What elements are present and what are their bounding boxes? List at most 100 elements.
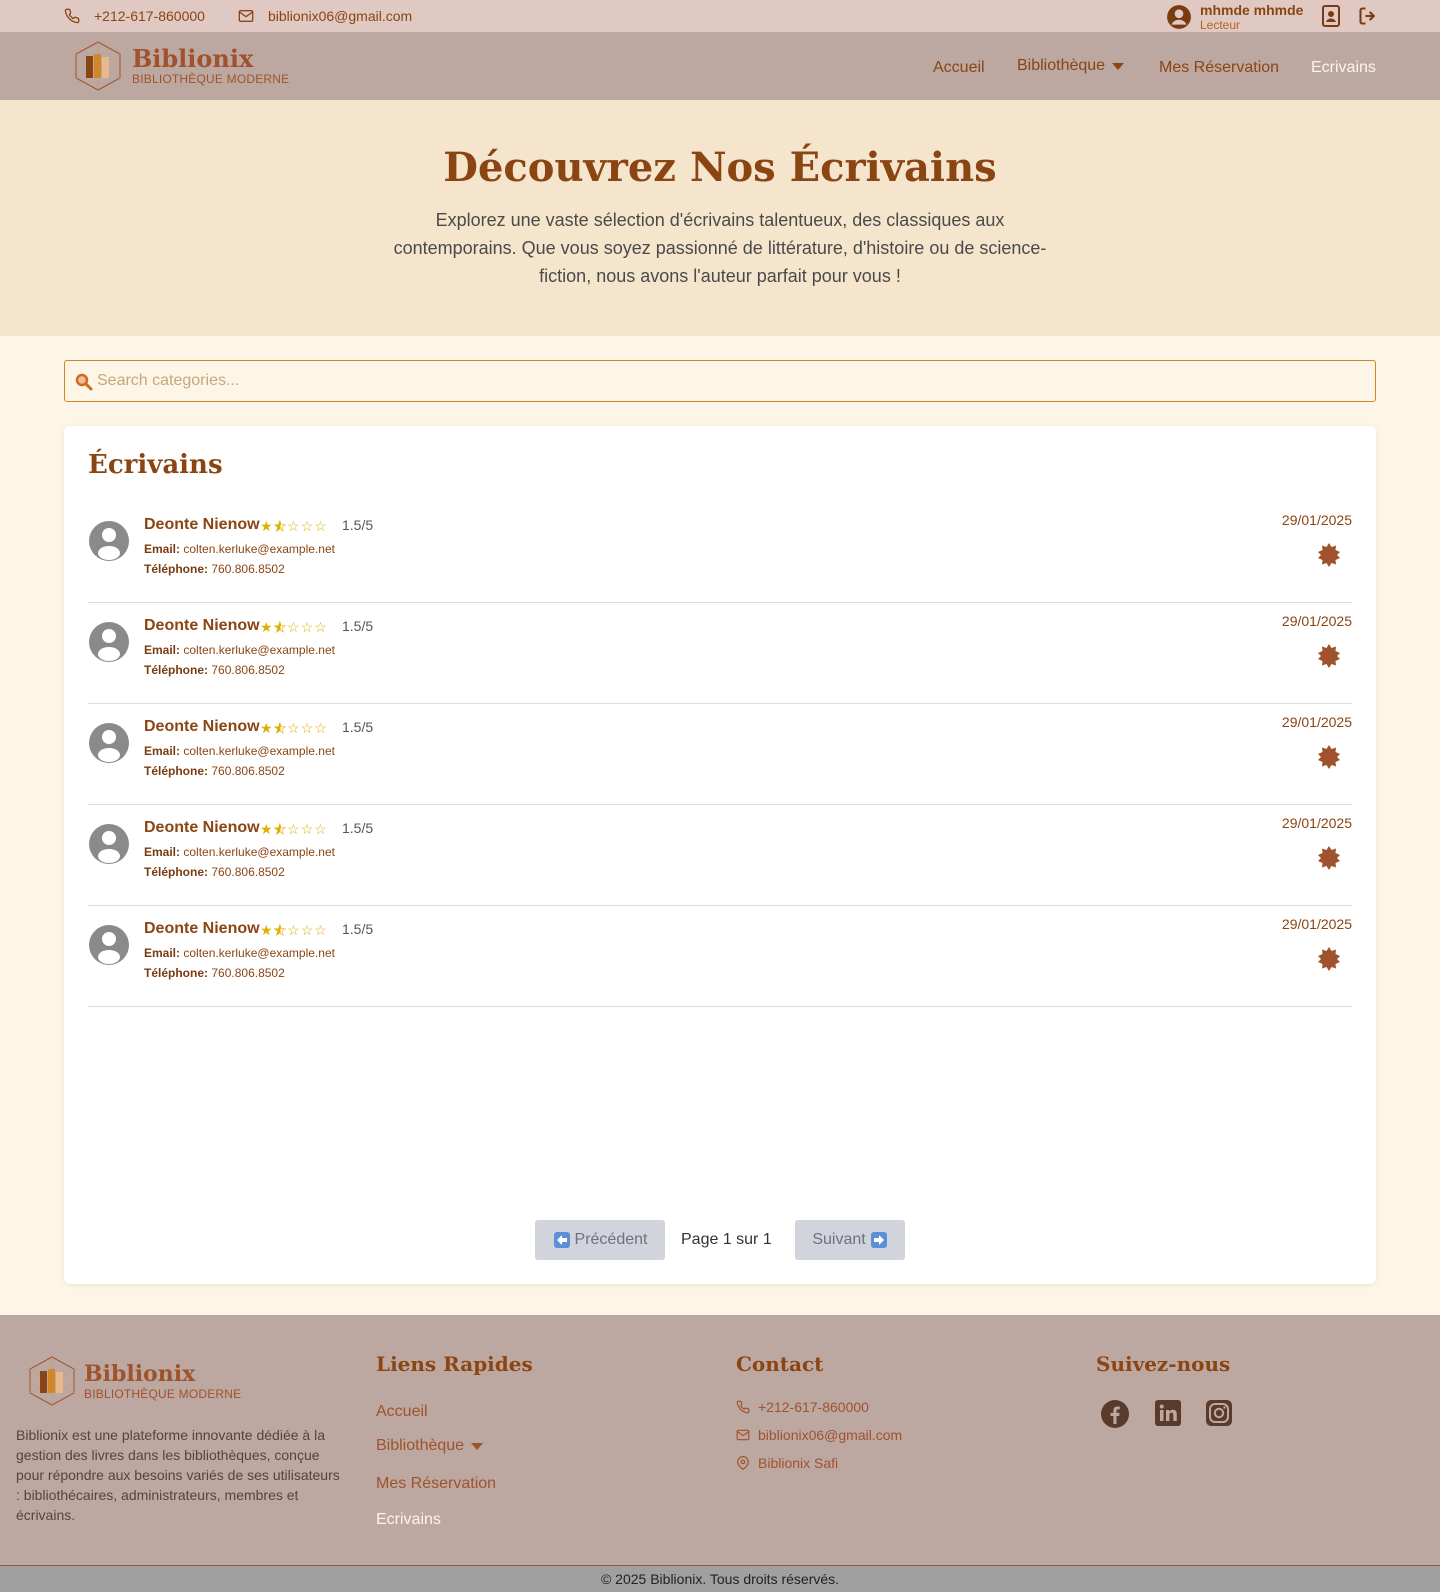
phone-label: Téléphone:	[144, 562, 209, 576]
topbar-phone-text: +212-617-860000	[94, 8, 205, 24]
logout-icon[interactable]	[1358, 6, 1378, 26]
star-empty-icon: ☆	[300, 619, 315, 635]
star-full-icon: ★	[260, 619, 274, 635]
facebook-icon[interactable]	[1100, 1399, 1130, 1429]
avatar-icon	[89, 925, 129, 965]
linkedin-icon[interactable]	[1154, 1399, 1182, 1427]
search-icon	[75, 373, 93, 391]
nav-home[interactable]: Accueil	[933, 59, 985, 77]
mail-icon	[736, 1429, 750, 1441]
follow-title: Suivez-nous	[1096, 1352, 1231, 1376]
star-empty-icon: ☆	[300, 821, 315, 837]
writer-date: 29/01/2025	[1281, 815, 1352, 831]
phone-label: Téléphone:	[144, 966, 209, 980]
writer-name[interactable]: Deonte Nienow	[144, 617, 260, 635]
certificate-badge-icon[interactable]	[1316, 845, 1342, 871]
writer-phone-value: 760.806.8502	[211, 562, 285, 576]
writer-phone: Téléphone: 760.806.8502	[144, 663, 285, 677]
writer-name[interactable]: Deonte Nienow	[144, 718, 260, 736]
writer-phone: Téléphone: 760.806.8502	[144, 764, 285, 778]
email-label: Email:	[144, 744, 181, 758]
nav-reservations[interactable]: Mes Réservation	[1159, 59, 1279, 77]
star-full-icon: ★	[260, 821, 274, 837]
copyright-bar: © 2025 Biblionix. Tous droits réservés.	[0, 1565, 1440, 1592]
star-empty-icon: ☆	[287, 720, 301, 736]
writer-email-value: colten.kerluke@example.net	[183, 643, 335, 657]
star-empty-icon: ☆	[287, 518, 301, 534]
writer-rating-stars: ★★☆☆☆	[260, 922, 328, 939]
writer-phone-value: 760.806.8502	[211, 764, 285, 778]
footer-brand-name: Biblionix	[84, 1361, 196, 1387]
writer-email: Email: colten.kerluke@example.net	[144, 845, 335, 859]
certificate-badge-icon[interactable]	[1316, 744, 1342, 770]
avatar-icon	[89, 622, 129, 662]
writer-phone-value: 760.806.8502	[211, 865, 285, 879]
footer-phone[interactable]: +212-617-860000	[736, 1399, 869, 1415]
nav-writers[interactable]: Ecrivains	[1311, 59, 1376, 77]
avatar-icon	[89, 824, 129, 864]
footer-link-library-label: Bibliothèque	[376, 1437, 465, 1454]
writers-card: Écrivains Deonte Nienow ★★☆☆☆ 1.5/5 Emai…	[64, 426, 1376, 1284]
next-page-button[interactable]: Suivant	[795, 1220, 905, 1260]
writer-name[interactable]: Deonte Nienow	[144, 920, 260, 938]
writer-email-value: colten.kerluke@example.net	[183, 845, 335, 859]
writer-rating-text: 1.5/5	[342, 618, 374, 634]
search-input[interactable]	[97, 361, 1367, 401]
search-bar	[64, 360, 1376, 402]
writer-email: Email: colten.kerluke@example.net	[144, 643, 335, 657]
star-empty-icon: ☆	[314, 720, 328, 736]
star-half-icon: ★	[273, 619, 288, 636]
footer-link-library[interactable]: Bibliothèque	[376, 1437, 484, 1455]
writers-section-title: Écrivains	[88, 450, 223, 480]
book-cube-logo-icon	[29, 1356, 75, 1406]
star-half-icon: ★	[273, 518, 288, 535]
star-full-icon: ★	[260, 922, 274, 938]
hero-section: Découvrez Nos Écrivains Explorez une vas…	[0, 100, 1440, 336]
certificate-badge-icon[interactable]	[1316, 946, 1342, 972]
quick-links-title: Liens Rapides	[376, 1352, 533, 1376]
writer-phone-value: 760.806.8502	[211, 663, 285, 677]
writer-phone-value: 760.806.8502	[211, 966, 285, 980]
footer-brand[interactable]: Biblionix BIBLIOTHÈQUE MODERNE	[26, 1355, 241, 1407]
writer-row: Deonte Nienow ★★☆☆☆ 1.5/5 Email: colten.…	[88, 704, 1352, 805]
user-role: Lecteur	[1200, 18, 1241, 32]
phone-icon	[736, 1400, 750, 1414]
star-empty-icon: ☆	[314, 922, 328, 938]
arrow-right-icon	[870, 1232, 887, 1248]
user-menu[interactable]: mhmde mhmde Lecteur	[1166, 2, 1303, 32]
certificate-badge-icon[interactable]	[1316, 542, 1342, 568]
star-empty-icon: ☆	[287, 922, 301, 938]
profile-card-icon[interactable]	[1322, 5, 1340, 27]
footer-email[interactable]: biblionix06@gmail.com	[736, 1427, 902, 1443]
previous-page-button[interactable]: Précédent	[535, 1220, 665, 1260]
main-navbar: Biblionix BIBLIOTHÈQUE MODERNE Accueil B…	[0, 32, 1440, 100]
writer-rating-stars: ★★☆☆☆	[260, 821, 328, 838]
next-page-label: Suivant	[812, 1231, 866, 1248]
writer-email: Email: colten.kerluke@example.net	[144, 946, 335, 960]
writer-name[interactable]: Deonte Nienow	[144, 516, 260, 534]
nav-library-dropdown[interactable]: Bibliothèque	[1017, 57, 1125, 75]
writer-email: Email: colten.kerluke@example.net	[144, 542, 335, 556]
writer-rating-text: 1.5/5	[342, 921, 374, 937]
footer-address: Biblionix Safi	[736, 1455, 838, 1471]
certificate-badge-icon[interactable]	[1316, 643, 1342, 669]
nav-library-label: Bibliothèque	[1017, 57, 1106, 74]
topbar-phone[interactable]: +212-617-860000	[64, 8, 205, 24]
instagram-icon[interactable]	[1205, 1399, 1233, 1427]
writer-email-value: colten.kerluke@example.net	[183, 946, 335, 960]
writer-email-value: colten.kerluke@example.net	[183, 744, 335, 758]
footer-link-home[interactable]: Accueil	[376, 1403, 428, 1421]
brand-name: Biblionix	[132, 44, 254, 73]
footer-address-text: Biblionix Safi	[758, 1455, 839, 1471]
map-pin-icon	[737, 1456, 749, 1470]
hero-description: Explorez une vaste sélection d'écrivains…	[393, 210, 1047, 286]
brand-logo-link[interactable]: Biblionix BIBLIOTHÈQUE MODERNE	[72, 40, 289, 92]
writer-name[interactable]: Deonte Nienow	[144, 819, 260, 837]
phone-label: Téléphone:	[144, 764, 209, 778]
phone-label: Téléphone:	[144, 663, 209, 677]
footer-link-writers[interactable]: Ecrivains	[376, 1511, 441, 1529]
hero-title: Découvrez Nos Écrivains	[443, 144, 997, 191]
topbar-email[interactable]: biblionix06@gmail.com	[238, 8, 412, 24]
writer-rating-stars: ★★☆☆☆	[260, 720, 328, 737]
footer-link-reservations[interactable]: Mes Réservation	[376, 1475, 496, 1493]
